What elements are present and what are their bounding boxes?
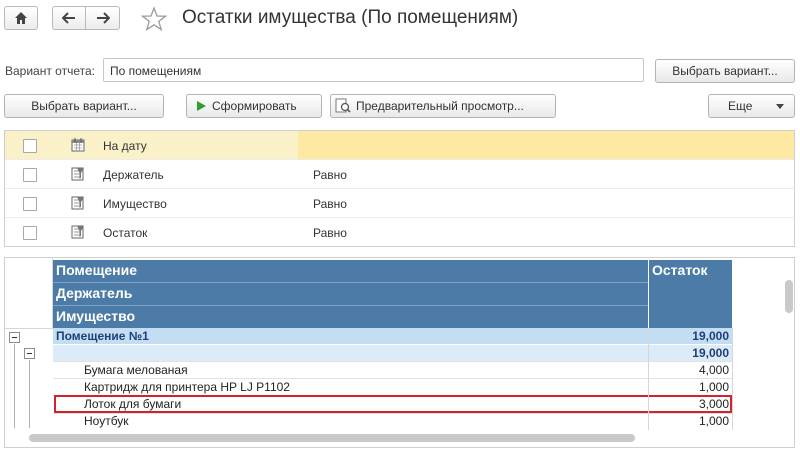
favorite-star-button[interactable]	[140, 6, 168, 35]
arrow-right-icon	[96, 12, 110, 24]
group-row-holder	[53, 345, 732, 361]
group-holder-value: 19,000	[692, 346, 729, 360]
filter-checkbox[interactable]	[23, 197, 37, 211]
grid-line	[53, 361, 732, 362]
choose-variant-button-top[interactable]: Выбрать вариант...	[655, 59, 795, 83]
filter-checkbox[interactable]	[23, 226, 37, 240]
filter-condition: Равно	[313, 226, 347, 240]
filter-name: Остаток	[103, 226, 148, 240]
header-room: Помещение	[53, 260, 648, 282]
filter-condition: Равно	[313, 197, 347, 211]
header-divider	[53, 282, 648, 283]
item-name: Картридж для принтера HP LJ P1102	[84, 380, 290, 394]
filter-icon	[71, 196, 85, 213]
magnifier-icon	[335, 98, 351, 114]
item-name: Бумага мелованая	[84, 363, 188, 377]
forward-button[interactable]	[86, 6, 120, 30]
filter-checkbox[interactable]	[23, 168, 37, 182]
play-icon	[197, 101, 206, 111]
filter-row[interactable]: Остаток Равно	[5, 218, 794, 247]
calendar-icon	[71, 138, 85, 155]
group-row-room	[53, 328, 732, 344]
variant-label: Вариант отчета:	[5, 64, 95, 78]
choose-variant-button[interactable]: Выбрать вариант...	[4, 94, 164, 118]
filter-icon	[71, 225, 85, 242]
preview-button[interactable]: Предварительный просмотр...	[330, 94, 556, 118]
chevron-down-icon	[776, 104, 784, 109]
grid-line	[53, 378, 732, 379]
column-divider	[648, 328, 649, 430]
item-value: 1,000	[698, 380, 729, 394]
column-divider	[732, 328, 733, 430]
filter-selected-cell	[298, 131, 794, 159]
page-title: Остатки имущества (По помещениям)	[182, 7, 519, 28]
item-name: Ноутбук	[84, 414, 129, 428]
filter-panel: На дату Держатель Равно Имущество Равно …	[4, 130, 795, 247]
vertical-scrollbar[interactable]	[782, 258, 794, 447]
preview-label: Предварительный просмотр...	[356, 99, 524, 113]
variant-field[interactable]: По помещениям	[103, 58, 644, 82]
grid-line	[53, 413, 732, 414]
group-room-label: Помещение №1	[56, 329, 149, 343]
tree-line	[29, 360, 30, 428]
report-spreadsheet[interactable]: Помещение Держатель Имущество Остаток По…	[4, 257, 795, 448]
filter-name: На дату	[103, 139, 147, 153]
group-room-value: 19,000	[692, 329, 729, 343]
filter-condition: Равно	[313, 168, 347, 182]
horizontal-scrollbar-thumb[interactable]	[29, 434, 635, 442]
back-button[interactable]	[52, 6, 86, 30]
tree-line	[14, 344, 15, 428]
item-value: 1,000	[698, 414, 729, 428]
filter-name: Держатель	[103, 168, 164, 182]
collapse-holder-button[interactable]	[24, 348, 35, 359]
collapse-room-button[interactable]	[9, 332, 20, 343]
home-button[interactable]	[4, 6, 38, 30]
filter-checkbox[interactable]	[23, 139, 37, 153]
filter-name: Имущество	[103, 197, 167, 211]
generate-button[interactable]: Сформировать	[186, 94, 322, 118]
filter-row[interactable]: Держатель Равно	[5, 160, 794, 189]
header-property: Имущество	[53, 306, 648, 328]
filter-row[interactable]: Имущество Равно	[5, 189, 794, 218]
arrow-left-icon	[62, 12, 76, 24]
filter-icon	[71, 167, 85, 184]
header-balance: Остаток	[649, 260, 732, 328]
generate-label: Сформировать	[212, 99, 297, 113]
highlight-frame	[54, 395, 732, 413]
item-value: 4,000	[698, 363, 729, 377]
star-icon	[140, 6, 168, 35]
more-label: Еще	[728, 99, 753, 113]
vertical-scrollbar-thumb[interactable]	[785, 280, 793, 313]
header-divider	[53, 305, 648, 306]
more-button[interactable]: Еще	[708, 94, 795, 118]
home-icon	[14, 11, 28, 25]
header-holder: Держатель	[53, 283, 648, 305]
filter-row[interactable]: На дату	[5, 131, 794, 160]
grid-line	[5, 328, 53, 329]
